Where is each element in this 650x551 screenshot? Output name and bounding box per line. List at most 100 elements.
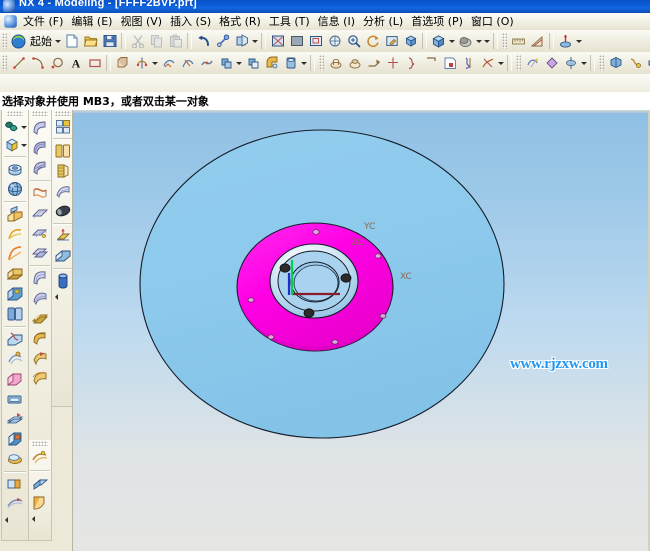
sphere-button[interactable]: [5, 179, 25, 199]
render-style-caret[interactable]: [475, 32, 483, 51]
cut-button[interactable]: [128, 32, 147, 51]
menu-information[interactable]: 信息 (I): [314, 14, 359, 29]
sew-button[interactable]: [5, 329, 25, 349]
save-button[interactable]: [100, 32, 119, 51]
menu-view[interactable]: 视图 (V): [116, 14, 166, 29]
wrap-geometry-button[interactable]: [5, 474, 25, 494]
feature-caret[interactable]: [300, 54, 308, 73]
flange-disc-model[interactable]: [73, 110, 650, 551]
n-sided-surface-button[interactable]: [30, 243, 50, 263]
toolbar-grip-analysis[interactable]: [502, 33, 507, 49]
transition-surface-button[interactable]: [30, 288, 50, 308]
palette-grip[interactable]: [7, 111, 23, 116]
trim-body-button[interactable]: [542, 54, 561, 73]
nx-system-icon[interactable]: [2, 14, 19, 29]
palette-grip-c[interactable]: [55, 111, 71, 116]
start-dropdown-caret[interactable]: [54, 32, 62, 51]
redo-button[interactable]: [213, 32, 232, 51]
revolve-caret[interactable]: [151, 54, 159, 73]
section-surface-button[interactable]: [30, 203, 50, 223]
datum-csys-button[interactable]: [3, 136, 21, 154]
extruded-body-button[interactable]: [5, 159, 25, 179]
revolve-button[interactable]: [132, 54, 151, 73]
menu-tools[interactable]: 工具 (T): [265, 14, 314, 29]
thread-feature-button[interactable]: [53, 161, 73, 181]
render-style-button[interactable]: [456, 32, 475, 51]
instance-array-button[interactable]: [54, 118, 72, 136]
slot-curve-button[interactable]: [5, 244, 25, 264]
extract-body-button[interactable]: [30, 448, 50, 468]
through-curve-mesh-button[interactable]: [30, 158, 50, 178]
menu-file[interactable]: 文件 (F): [19, 14, 67, 29]
slot-button[interactable]: [383, 54, 402, 73]
through-curves-button[interactable]: [30, 138, 50, 158]
start-button[interactable]: [9, 32, 28, 51]
hollow-button[interactable]: [53, 201, 73, 221]
menu-format[interactable]: 格式 (R): [215, 14, 265, 29]
menu-window[interactable]: 窗口 (O): [467, 14, 518, 29]
palette-grip-d[interactable]: [32, 441, 48, 446]
rotate-button[interactable]: [363, 32, 382, 51]
groove-body-button[interactable]: [5, 284, 25, 304]
circle-button[interactable]: [47, 54, 66, 73]
start-label[interactable]: 起始: [28, 33, 54, 49]
rectangle-button[interactable]: [85, 54, 104, 73]
simplify-body-button[interactable]: [5, 449, 25, 469]
paste-button[interactable]: [166, 32, 185, 51]
view-more-caret[interactable]: [483, 32, 491, 51]
boss-pad-button[interactable]: [5, 204, 25, 224]
law-extension-button[interactable]: [30, 308, 50, 328]
wcs-display-button[interactable]: [401, 32, 420, 51]
cylinder-primitive-button[interactable]: [53, 271, 73, 291]
shade-button[interactable]: [287, 32, 306, 51]
offset-face-button[interactable]: [5, 369, 25, 389]
sketch-caret[interactable]: [21, 118, 28, 136]
line-button[interactable]: [9, 54, 28, 73]
text-button[interactable]: A: [66, 54, 85, 73]
boss-button[interactable]: [326, 54, 345, 73]
menu-insert[interactable]: 插入 (S): [166, 14, 215, 29]
wcs-button[interactable]: [556, 32, 575, 51]
thread-button[interactable]: [421, 54, 440, 73]
trim-sheet-button[interactable]: [30, 348, 50, 368]
flange-button[interactable]: [644, 54, 650, 73]
pocket-curve-button[interactable]: [5, 224, 25, 244]
ff-caret[interactable]: [580, 54, 588, 73]
pan-button[interactable]: [382, 32, 401, 51]
sweep-along-guide-button[interactable]: [159, 54, 178, 73]
new-button[interactable]: [62, 32, 81, 51]
orient-view-button[interactable]: [429, 32, 448, 51]
toolbar-grip-sm[interactable]: [599, 55, 604, 71]
palette-grip-b[interactable]: [32, 111, 48, 116]
ruled-surface-button[interactable]: [30, 118, 50, 138]
datum-axis-button[interactable]: [459, 54, 478, 73]
extrude-button[interactable]: [113, 54, 132, 73]
datum-plane-button[interactable]: [440, 54, 459, 73]
copy-button[interactable]: [147, 32, 166, 51]
palette-a-more[interactable]: [2, 514, 28, 524]
mirror-feature-button[interactable]: [478, 54, 497, 73]
trim-solid-button[interactable]: [5, 429, 25, 449]
measure-distance-button[interactable]: [509, 32, 528, 51]
toolbar-grip[interactable]: [2, 33, 7, 49]
open-button[interactable]: [81, 32, 100, 51]
mirror-body-button[interactable]: [53, 141, 73, 161]
swept-surface-button[interactable]: [30, 183, 50, 203]
sheet-metal-button[interactable]: [606, 54, 625, 73]
sew-bodies-button[interactable]: [53, 246, 73, 266]
fit-button[interactable]: [268, 32, 287, 51]
form-feature-caret[interactable]: [497, 54, 505, 73]
pocket-button[interactable]: [345, 54, 364, 73]
studio-surface-button[interactable]: [30, 268, 50, 288]
edge-blend-button[interactable]: [262, 54, 281, 73]
tube-button[interactable]: [197, 54, 216, 73]
menu-edit[interactable]: 编辑 (E): [67, 14, 116, 29]
sheet-to-solid-button[interactable]: [5, 494, 25, 514]
undo-button[interactable]: [194, 32, 213, 51]
draft-button[interactable]: [53, 181, 73, 201]
graphics-viewport[interactable]: YC ZC XC www.rjzxw.com: [72, 110, 650, 551]
bend-button[interactable]: [625, 54, 644, 73]
pad-block-button[interactable]: [5, 264, 25, 284]
instance-feature-button[interactable]: [5, 304, 25, 324]
hole-button[interactable]: [281, 54, 300, 73]
